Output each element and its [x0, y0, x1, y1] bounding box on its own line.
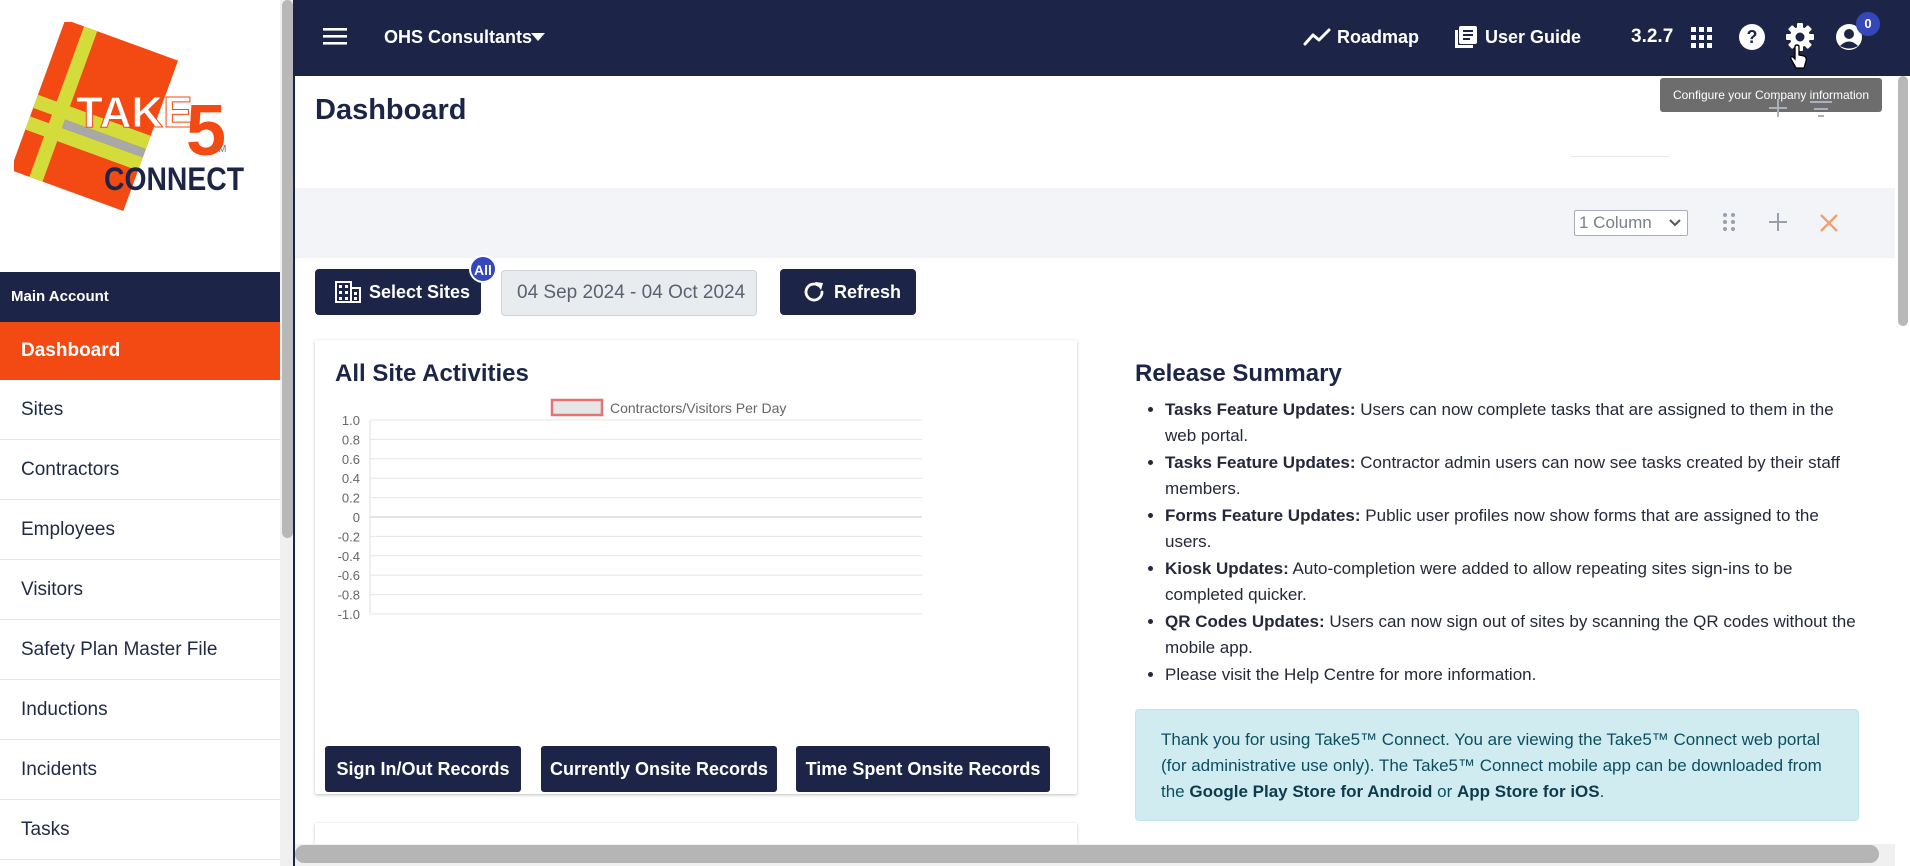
divider: [1570, 156, 1670, 157]
svg-text:TAKE: TAKE: [76, 88, 193, 137]
svg-text:TM: TM: [212, 144, 226, 155]
version-label: 3.2.7: [1631, 26, 1674, 47]
chart-y-tick-label: 0: [353, 510, 360, 525]
refresh-button[interactable]: Refresh: [780, 269, 916, 315]
roadmap-link[interactable]: Roadmap: [1303, 0, 1419, 74]
notification-badge[interactable]: 0: [1856, 12, 1880, 36]
select-sites-label: Select Sites: [369, 281, 471, 302]
activity-title: All Site Activities: [335, 360, 529, 387]
svg-text:CONNECT: CONNECT: [104, 161, 244, 197]
chart-y-tick-label: -0.8: [338, 588, 360, 603]
page-title: Dashboard: [315, 94, 467, 126]
chart-y-tick-label: 0.4: [342, 471, 360, 486]
account-header: Main Account: [0, 272, 280, 322]
next-widget-card: [315, 823, 1077, 844]
org-selector[interactable]: OHS Consultants: [384, 0, 532, 74]
sidebar-item-inductions[interactable]: Inductions: [0, 680, 280, 740]
chevron-down-icon: [1669, 219, 1681, 227]
main-horizontal-scrollbar[interactable]: [295, 844, 1895, 866]
sign-in-out-records-button[interactable]: Sign In/Out Records: [325, 746, 521, 792]
release-summary-title: Release Summary: [1135, 360, 1342, 387]
sidebar-item-safety-plan[interactable]: Safety Plan Master File: [0, 620, 280, 680]
user-guide-link[interactable]: User Guide: [1453, 0, 1581, 74]
sidebar-scrollbar-thumb[interactable]: [282, 0, 293, 538]
take5-logo-icon: TAKE 5 TM CONNECT: [14, 22, 244, 211]
chart-y-axis: 1.0 0.8 0.6 0.4 0.2 0 -0.2 -0.4 -0.6 -0.8 -1.0: [338, 413, 360, 622]
sidebar-item-contractors[interactable]: Contractors: [0, 440, 280, 500]
sidebar: TAKE 5 TM CONNECT Main Account Dashboard…: [0, 0, 280, 866]
main-content: Dashboard 1 Column Select Sites All 04 S…: [295, 76, 1895, 844]
chart-grid: [369, 419, 922, 615]
sidebar-item-tasks[interactable]: Tasks: [0, 800, 280, 860]
release-notes-list: Tasks Feature Updates: Users can now com…: [1165, 397, 1865, 689]
menu-icon[interactable]: [323, 26, 347, 46]
list-item: Please visit the Help Centre for more in…: [1165, 662, 1865, 688]
top-bar: OHS Consultants Roadmap User Guide 3.2.7…: [295, 0, 1910, 76]
chart-legend-swatch[interactable]: [550, 398, 604, 417]
trend-icon: [1303, 28, 1331, 46]
sidebar-scrollbar[interactable]: [280, 0, 294, 866]
column-layout-value: 1 Column: [1579, 213, 1652, 232]
time-spent-onsite-records-button[interactable]: Time Spent Onsite Records: [796, 746, 1050, 792]
chart-y-tick-label: 0.2: [342, 491, 360, 506]
select-sites-button[interactable]: Select Sites: [315, 269, 481, 315]
apps-grid-icon[interactable]: [1691, 27, 1713, 49]
help-icon[interactable]: ?: [1738, 23, 1766, 51]
release-summary-card: Release Summary Tasks Feature Updates: U…: [1115, 340, 1875, 844]
chevron-down-icon[interactable]: [531, 33, 545, 41]
list-item: QR Codes Updates: Users can now sign out…: [1165, 609, 1865, 661]
plus-icon[interactable]: [1768, 98, 1788, 118]
chart-y-tick-label: 0.8: [342, 432, 360, 447]
main-vertical-scrollbar[interactable]: [1895, 76, 1910, 866]
chart-y-tick-label: 0.6: [342, 452, 360, 467]
user-guide-label: User Guide: [1485, 26, 1582, 47]
list-item: Kiosk Updates: Auto-completion were adde…: [1165, 556, 1865, 608]
list-item: Forms Feature Updates: Public user profi…: [1165, 503, 1865, 555]
roadmap-label: Roadmap: [1337, 27, 1420, 47]
date-range-input[interactable]: 04 Sep 2024 - 04 Oct 2024: [501, 270, 757, 316]
column-layout-select[interactable]: 1 Column: [1574, 210, 1688, 236]
plus-icon[interactable]: [1768, 212, 1788, 232]
sites-badge: All: [469, 255, 497, 283]
chart-legend-label: Contractors/Visitors Per Day: [610, 400, 786, 416]
filter-icon[interactable]: [1810, 100, 1832, 118]
close-icon[interactable]: [1820, 214, 1838, 232]
drag-handle-icon[interactable]: [1723, 212, 1735, 232]
svg-text:5: 5: [186, 91, 226, 171]
building-icon: [335, 281, 361, 303]
currently-onsite-records-button[interactable]: Currently Onsite Records: [541, 746, 777, 792]
chart-y-tick-label: -0.2: [338, 529, 360, 544]
refresh-icon: [804, 282, 824, 302]
info-alert: Thank you for using Take5™ Connect. You …: [1135, 709, 1859, 821]
refresh-label: Refresh: [834, 281, 902, 302]
main-horizontal-scrollbar-thumb[interactable]: [295, 845, 1879, 863]
hand-cursor-icon: [1790, 44, 1807, 69]
list-item: Tasks Feature Updates: Contractor admin …: [1165, 450, 1865, 502]
list-item: Tasks Feature Updates: Users can now com…: [1165, 397, 1865, 449]
activity-card: All Site Activities Contractors/Visitors…: [315, 340, 1077, 794]
chart-y-tick-label: 1.0: [342, 413, 360, 428]
activity-chart: Contractors/Visitors Per Day 1.0 0.8 0.6 0.…: [338, 398, 922, 622]
sidebar-nav: Dashboard Sites Contractors Employees Vi…: [0, 322, 280, 860]
book-icon: [1455, 26, 1477, 48]
main-vertical-scrollbar-thumb[interactable]: [1898, 76, 1908, 326]
app-store-link[interactable]: App Store for iOS: [1457, 782, 1600, 801]
chart-y-tick-label: -1.0: [338, 607, 360, 622]
sidebar-item-visitors[interactable]: Visitors: [0, 560, 280, 620]
logo[interactable]: TAKE 5 TM CONNECT: [0, 0, 280, 272]
sidebar-item-incidents[interactable]: Incidents: [0, 740, 280, 800]
chart-y-tick-label: -0.6: [338, 568, 360, 583]
google-play-link[interactable]: Google Play Store for Android: [1189, 782, 1432, 801]
sidebar-item-dashboard[interactable]: Dashboard: [0, 322, 280, 380]
svg-text:?: ?: [1747, 27, 1758, 47]
sidebar-item-employees[interactable]: Employees: [0, 500, 280, 560]
sidebar-item-sites[interactable]: Sites: [0, 380, 280, 440]
chart-y-tick-label: -0.4: [338, 549, 360, 564]
